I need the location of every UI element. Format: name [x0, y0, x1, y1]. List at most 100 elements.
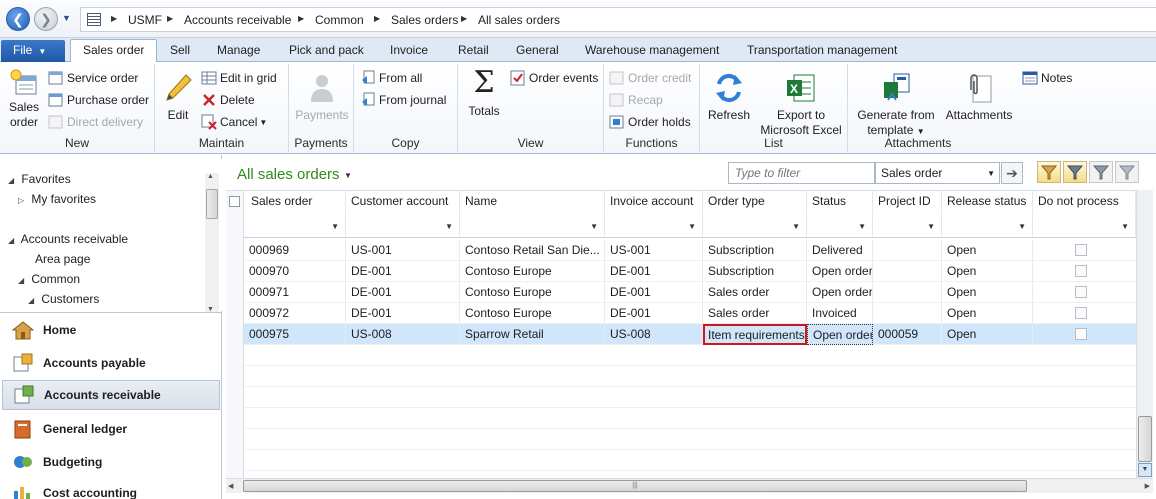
cell-sales-order[interactable]: 000975 — [244, 324, 346, 345]
column-filter-project-id[interactable]: ▼ — [873, 213, 942, 238]
cell-customer-account[interactable]: DE-001 — [346, 303, 460, 324]
cancel-button[interactable]: Cancel ▼ — [201, 112, 267, 132]
cell-project-id[interactable] — [873, 261, 942, 282]
export-excel-button[interactable]: X Export to Microsoft Excel — [756, 70, 846, 138]
sales-order-button[interactable]: Sales order — [6, 66, 42, 130]
cell-customer-account[interactable]: US-008 — [346, 324, 460, 345]
tab-sell[interactable]: Sell — [170, 43, 190, 57]
module-accounts-receivable[interactable]: Accounts receivable — [2, 380, 220, 410]
breadcrumb-company[interactable]: USMF — [128, 13, 162, 27]
breadcrumb-all-sales-orders[interactable]: All sales orders — [478, 13, 560, 27]
recap-button[interactable]: Recap — [609, 90, 663, 110]
cell-order-type[interactable]: Subscription — [703, 240, 807, 261]
breadcrumb[interactable]: ▶ USMF ▶ Accounts receivable ▶ Common ▶ … — [80, 7, 1156, 32]
table-row[interactable]: 000972 DE-001 Contoso Europe DE-001 Sale… — [244, 303, 1136, 324]
tree-favorites[interactable]: ◢ Favorites — [8, 172, 71, 186]
module-cost-accounting[interactable]: Cost accounting — [2, 478, 220, 499]
generate-from-template-button[interactable]: Generate from template ▼ — [854, 70, 938, 139]
tree-customers[interactable]: ◢ Customers — [28, 292, 99, 306]
column-header-customer-account[interactable]: Customer account — [346, 191, 460, 212]
grid-horizontal-scrollbar[interactable]: ◀ ||| ▶ — [226, 478, 1153, 493]
cell-status[interactable]: Invoiced — [807, 303, 873, 324]
filter-arrow-button[interactable]: ➔ — [1001, 162, 1023, 184]
breadcrumb-sales-orders[interactable]: Sales orders — [391, 13, 458, 27]
chevron-down-icon[interactable]: ▼ — [344, 171, 352, 180]
cell-project-id[interactable] — [873, 303, 942, 324]
cell-order-type[interactable]: Subscription — [703, 261, 807, 282]
cell-sales-order[interactable]: 000970 — [244, 261, 346, 282]
cell-release-status[interactable]: Open — [942, 324, 1033, 345]
file-tab[interactable]: File ▼ — [1, 40, 65, 62]
tab-manage[interactable]: Manage — [217, 43, 260, 57]
column-filter-order-type[interactable]: ▼ — [703, 213, 807, 238]
cell-order-type-highlighted[interactable]: Item requirements — [703, 324, 807, 345]
cell-name[interactable]: Contoso Europe — [460, 282, 605, 303]
delete-button[interactable]: Delete — [201, 90, 255, 110]
totals-button[interactable]: Σ Totals — [464, 66, 504, 119]
filter-field-select[interactable]: Sales order ▼ — [875, 162, 1000, 184]
do-not-process-checkbox[interactable] — [1075, 286, 1087, 298]
cell-release-status[interactable]: Open — [942, 240, 1033, 261]
horizontal-scroll-thumb[interactable]: ||| — [243, 480, 1027, 492]
purchase-order-button[interactable]: Purchase order — [48, 90, 149, 110]
table-row[interactable]: 000970 DE-001 Contoso Europe DE-001 Subs… — [244, 261, 1136, 282]
tree-accounts-receivable[interactable]: ◢ Accounts receivable — [8, 232, 128, 246]
tab-general[interactable]: General — [516, 43, 559, 57]
select-all-checkbox[interactable] — [229, 196, 240, 207]
column-header-name[interactable]: Name — [460, 191, 605, 212]
module-general-ledger[interactable]: General ledger — [2, 414, 220, 444]
do-not-process-checkbox[interactable] — [1075, 307, 1087, 319]
column-filter-customer-account[interactable]: ▼ — [346, 213, 460, 238]
column-header-project-id[interactable]: Project ID — [873, 191, 942, 212]
cell-invoice-account[interactable]: US-001 — [605, 240, 703, 261]
column-header-do-not-process[interactable]: Do not process — [1033, 191, 1136, 212]
scroll-left-icon[interactable]: ◀ — [228, 482, 233, 490]
edit-in-grid-button[interactable]: Edit in grid — [201, 68, 277, 88]
scroll-up-icon[interactable]: ▲ — [207, 173, 214, 180]
module-budgeting[interactable]: Budgeting — [2, 447, 220, 477]
cell-project-id[interactable]: 000059 — [873, 324, 942, 345]
column-header-invoice-account[interactable]: Invoice account — [605, 191, 703, 212]
quick-filter-input[interactable] — [728, 162, 875, 184]
cell-customer-account[interactable]: DE-001 — [346, 261, 460, 282]
column-filter-status[interactable]: ▼ — [807, 213, 873, 238]
cell-status[interactable]: Open order — [807, 261, 873, 282]
copy-from-journal-button[interactable]: From journal — [360, 90, 446, 110]
cell-name[interactable]: Contoso Europe — [460, 303, 605, 324]
cell-status-focused[interactable]: Open order — [807, 324, 873, 345]
clear-filter-button[interactable] — [1115, 161, 1139, 183]
do-not-process-checkbox[interactable] — [1075, 328, 1087, 340]
cell-customer-account[interactable]: DE-001 — [346, 282, 460, 303]
scroll-down-icon[interactable]: ▼ — [1138, 463, 1152, 477]
scroll-right-icon[interactable]: ▶ — [1145, 482, 1150, 490]
column-filter-invoice-account[interactable]: ▼ — [605, 213, 703, 238]
cell-customer-account[interactable]: US-001 — [346, 240, 460, 261]
service-order-button[interactable]: Service order — [48, 68, 138, 88]
vertical-scroll-thumb[interactable] — [1138, 416, 1152, 462]
column-header-order-type[interactable]: Order type — [703, 191, 807, 212]
table-row[interactable]: 000969 US-001 Contoso Retail San Die... … — [244, 240, 1136, 261]
tree-area-page[interactable]: Area page — [35, 252, 90, 266]
favorites-scrollbar[interactable]: ▲ ▼ — [205, 173, 219, 313]
copy-from-all-button[interactable]: From all — [360, 68, 422, 88]
filter-by-selection-button[interactable] — [1037, 161, 1061, 183]
direct-delivery-button[interactable]: Direct delivery — [48, 112, 143, 132]
cell-status[interactable]: Delivered — [807, 240, 873, 261]
filter-by-grid-button[interactable] — [1063, 161, 1087, 183]
cell-invoice-account[interactable]: US-008 — [605, 324, 703, 345]
favorites-scroll-thumb[interactable] — [206, 189, 218, 219]
notes-button[interactable]: Notes — [1022, 68, 1072, 88]
cell-release-status[interactable]: Open — [942, 261, 1033, 282]
do-not-process-checkbox[interactable] — [1075, 244, 1087, 256]
cell-name[interactable]: Contoso Europe — [460, 261, 605, 282]
table-row[interactable]: 000971 DE-001 Contoso Europe DE-001 Sale… — [244, 282, 1136, 303]
forward-button[interactable]: ❯ — [34, 7, 58, 31]
order-holds-button[interactable]: Order holds — [609, 112, 691, 132]
back-button[interactable]: ❮ — [6, 7, 30, 31]
cell-project-id[interactable] — [873, 282, 942, 303]
tree-common[interactable]: ◢ Common — [18, 272, 80, 286]
breadcrumb-common[interactable]: Common — [315, 13, 364, 27]
attachments-button[interactable]: Attachments — [942, 70, 1016, 123]
table-row-selected[interactable]: 000975 US-008 Sparrow Retail US-008 Item… — [244, 324, 1136, 345]
column-filter-do-not-process[interactable]: ▼ — [1033, 213, 1136, 238]
